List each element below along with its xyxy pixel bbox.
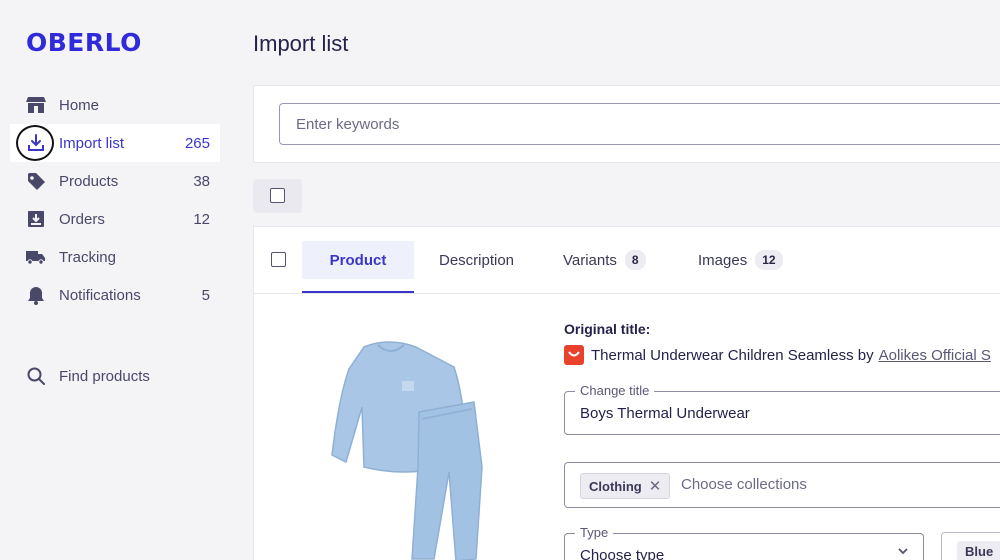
product-card: Product Description Variants 8 Images 12… — [253, 226, 1000, 560]
change-title-value: Boys Thermal Underwear — [580, 405, 750, 422]
store-link[interactable]: Aolikes Official S — [879, 347, 991, 364]
tab-variants[interactable]: Variants 8 — [563, 241, 646, 279]
product-image[interactable] — [304, 327, 534, 560]
collection-chip-label: Clothing — [589, 478, 642, 494]
select-all-container — [253, 179, 302, 213]
type-select[interactable]: Type Choose type — [564, 525, 924, 560]
store-icon — [24, 93, 48, 117]
sidebar-item-count: 38 — [193, 172, 210, 190]
sidebar-item-label: Orders — [59, 210, 105, 228]
tab-product[interactable]: Product — [302, 241, 414, 279]
collections-field[interactable]: Clothing ✕ Choose collections — [564, 462, 1000, 508]
tags-field[interactable]: Blue — [941, 532, 1000, 560]
aliexpress-icon — [564, 345, 584, 365]
sidebar-item-label: Products — [59, 172, 119, 190]
tab-label: Description — [439, 251, 515, 269]
remove-chip-icon[interactable]: ✕ — [649, 477, 662, 495]
product-tabs: Product Description Variants 8 Images 12 — [254, 227, 1000, 294]
images-count-badge: 12 — [755, 250, 783, 270]
collections-placeholder: Choose collections — [681, 476, 807, 493]
tab-label: Variants — [563, 251, 617, 269]
tag-chip: Blue — [957, 541, 1000, 560]
orders-icon — [24, 207, 48, 231]
sidebar-item-home[interactable]: Home — [10, 86, 220, 124]
variants-count-badge: 8 — [624, 250, 646, 270]
sidebar-item-label: Find products — [59, 367, 150, 385]
tag-icon — [24, 169, 48, 193]
sidebar-item-tracking[interactable]: Tracking — [10, 238, 220, 276]
oberlo-logo[interactable]: OBERLO — [26, 28, 142, 57]
search-input[interactable] — [279, 103, 1000, 145]
collection-chip: Clothing ✕ — [580, 473, 671, 499]
type-label: Type — [575, 525, 614, 540]
search-card — [253, 85, 1000, 163]
sidebar-item-count: 5 — [201, 286, 210, 304]
annotation-circle — [16, 125, 54, 161]
product-checkbox[interactable] — [271, 252, 286, 267]
search-icon — [24, 364, 48, 388]
change-title-label: Change title — [575, 383, 655, 398]
truck-icon — [24, 245, 48, 269]
sidebar-item-find-products[interactable]: Find products — [10, 357, 220, 395]
bell-icon — [24, 283, 48, 307]
tab-label: Product — [329, 251, 387, 269]
original-title-label: Original title: — [564, 321, 651, 337]
select-all-checkbox[interactable] — [270, 188, 285, 203]
sidebar-item-label: Tracking — [59, 248, 116, 266]
sidebar-item-label: Home — [59, 96, 100, 114]
type-value: Choose type — [580, 547, 665, 560]
sidebar-item-orders[interactable]: Orders 12 — [10, 200, 220, 238]
page-title: Import list — [253, 31, 349, 56]
tab-label: Images — [698, 251, 748, 269]
sidebar-item-notifications[interactable]: Notifications 5 — [10, 276, 220, 314]
chevron-down-icon — [897, 544, 909, 560]
tab-images[interactable]: Images 12 — [698, 241, 783, 279]
sidebar-item-count: 12 — [193, 210, 210, 228]
original-title-row: Thermal Underwear Children Seamless by A… — [564, 344, 991, 366]
sidebar-item-products[interactable]: Products 38 — [10, 162, 220, 200]
sidebar-item-label: Notifications — [59, 286, 141, 304]
sidebar: OBERLO Home Import list 265 Products 38 … — [0, 0, 228, 560]
change-title-field[interactable]: Change title Boys Thermal Underwear — [564, 383, 1000, 435]
original-title-text: Thermal Underwear Children Seamless by — [591, 346, 874, 364]
sidebar-item-count: 265 — [184, 134, 210, 152]
active-tab-underline — [302, 291, 414, 293]
sidebar-item-label: Import list — [59, 134, 125, 152]
tab-description[interactable]: Description — [439, 241, 514, 279]
